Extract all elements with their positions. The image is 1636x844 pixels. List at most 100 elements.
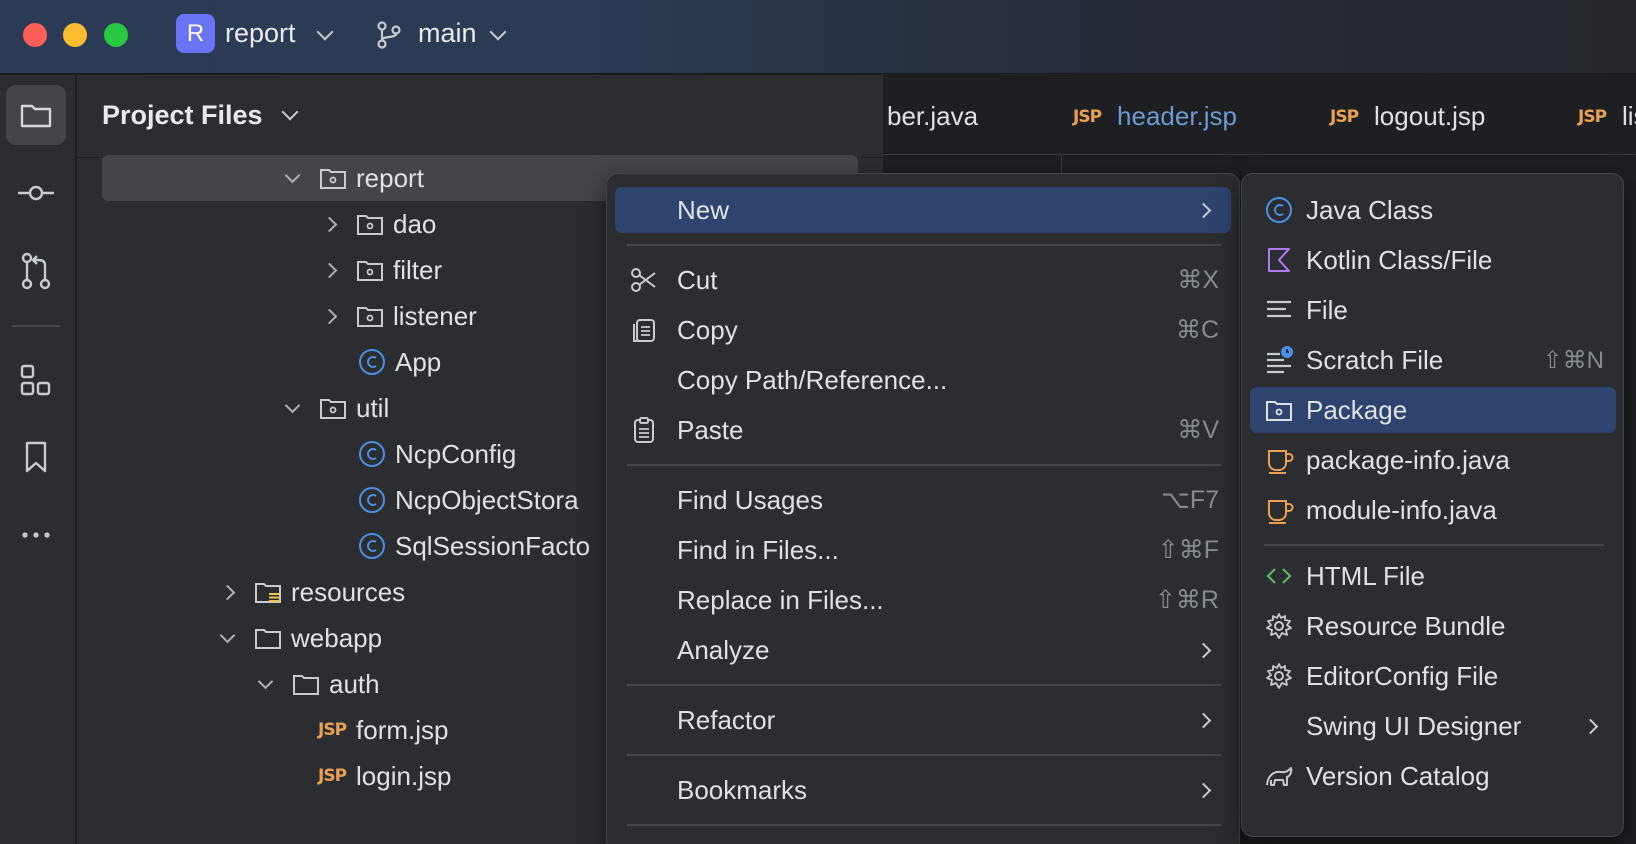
zoom-window-button[interactable] (104, 23, 128, 47)
menu-item-label: Analyze (677, 634, 770, 665)
jsp-file-icon: JSP (1330, 106, 1359, 127)
submenu-item-label: File (1306, 294, 1348, 325)
menu-item-copy[interactable]: Copy ⌘C (615, 307, 1231, 353)
submenu-item-package-info[interactable]: package-info.java (1250, 437, 1616, 483)
project-badge[interactable]: R (176, 14, 215, 53)
menu-item-copy-path[interactable]: Copy Path/Reference... (615, 357, 1231, 403)
java-class-icon (359, 349, 385, 375)
package-icon (320, 169, 346, 189)
tree-item-listener[interactable]: listener (102, 293, 477, 339)
menu-item-label: New (677, 194, 730, 225)
structure-tool-button[interactable] (6, 349, 66, 409)
package-icon (357, 307, 383, 327)
package-icon (1266, 401, 1292, 421)
submenu-item-html-file[interactable]: HTML File (1250, 553, 1616, 599)
bookmarks-tool-button[interactable] (6, 427, 66, 487)
tree-item-sqlsessionfactory[interactable]: SqlSessionFacto (102, 523, 590, 569)
branch-name[interactable]: main (418, 18, 477, 49)
submenu-item-shortcut: ⇧⌘N (1542, 346, 1604, 374)
menu-separator (627, 244, 1221, 246)
menu-item-shortcut: ⇧⌘R (1154, 586, 1219, 614)
submenu-item-package[interactable]: Package (1250, 387, 1616, 433)
chevron-down-icon[interactable] (284, 167, 301, 183)
chevron-right-icon[interactable] (321, 262, 338, 278)
chevron-down-icon[interactable] (284, 397, 301, 413)
menu-item-label: Paste (677, 414, 744, 445)
submenu-item-label: Version Catalog (1306, 760, 1490, 791)
tree-item-label: report (356, 162, 424, 193)
chevron-down-icon[interactable] (257, 673, 274, 689)
tab-member-java[interactable]: ber.java (887, 101, 978, 132)
java-file-icon (1268, 500, 1294, 524)
gear-icon (1266, 663, 1292, 689)
pull-requests-tool-button[interactable] (6, 241, 66, 301)
menu-item-refactor[interactable]: Refactor (615, 697, 1231, 743)
tree-item-login-jsp[interactable]: JSP login.jsp (102, 753, 451, 799)
git-branch-icon[interactable] (374, 20, 404, 50)
submenu-item-scratch-file[interactable]: Scratch File ⇧⌘N (1250, 337, 1616, 383)
tree-item-label: form.jsp (356, 714, 449, 745)
minimize-window-button[interactable] (63, 23, 87, 47)
tree-item-dao[interactable]: dao (102, 201, 436, 247)
project-tool-button[interactable] (6, 85, 66, 145)
tree-item-form-jsp[interactable]: JSP form.jsp (102, 707, 449, 753)
submenu-item-kotlin-class[interactable]: Kotlin Class/File (1250, 237, 1616, 283)
submenu-item-java-class[interactable]: Java Class (1250, 187, 1616, 233)
menu-item-label: Find Usages (677, 484, 823, 515)
menu-item-find-in-files[interactable]: Find in Files... ⇧⌘F (615, 527, 1231, 573)
chevron-right-icon[interactable] (321, 216, 338, 232)
tab-list-jsp[interactable]: JSP lis (1578, 101, 1636, 132)
java-class-icon (359, 441, 385, 467)
branch-chevron-down-icon[interactable] (489, 23, 507, 41)
menu-item-paste[interactable]: Paste ⌘V (615, 407, 1231, 453)
tree-item-label: listener (393, 300, 477, 331)
submenu-item-editorconfig[interactable]: EditorConfig File (1250, 653, 1616, 699)
project-chevron-down-icon[interactable] (316, 23, 334, 41)
commit-tool-button[interactable] (6, 163, 66, 223)
tree-item-filter[interactable]: filter (102, 247, 442, 293)
panel-title-label: Project Files (102, 100, 263, 130)
submenu-item-module-info[interactable]: module-info.java (1250, 487, 1616, 533)
menu-item-replace-in-files[interactable]: Replace in Files... ⇧⌘R (615, 577, 1231, 623)
menu-separator (627, 684, 1221, 686)
menu-item-find-usages[interactable]: Find Usages ⌥F7 (615, 477, 1231, 523)
menu-item-label: Copy Path/Reference... (677, 364, 948, 395)
text-file-icon (1267, 300, 1291, 318)
menu-item-label: Find in Files... (677, 534, 839, 565)
menu-item-new[interactable]: New (615, 187, 1231, 233)
tool-separator (12, 325, 60, 327)
panel-title[interactable]: Project Files (102, 100, 299, 131)
chevron-right-icon (1195, 712, 1212, 728)
tree-item-webapp[interactable]: webapp (102, 615, 382, 661)
tree-item-util[interactable]: util (102, 385, 389, 431)
tree-item-label: login.jsp (356, 760, 452, 791)
menu-item-bookmarks[interactable]: Bookmarks (615, 767, 1231, 813)
close-window-button[interactable] (23, 23, 47, 47)
tree-item-ncpobjectstorage[interactable]: NcpObjectStora (102, 477, 579, 523)
submenu-item-label: Kotlin Class/File (1306, 244, 1493, 275)
project-name[interactable]: report (225, 18, 296, 49)
submenu-item-file[interactable]: File (1250, 287, 1616, 333)
tab-label: ber.java (887, 101, 979, 131)
menu-item-shortcut: ⌘X (1177, 266, 1219, 294)
menu-item-shortcut: ⇧⌘F (1157, 536, 1219, 564)
menu-item-analyze[interactable]: Analyze (615, 627, 1231, 673)
more-tools-button[interactable] (6, 505, 66, 565)
editor-tabs: ber.java JSP header.jsp JSP logout.jsp J… (883, 75, 1636, 155)
submenu-item-version-catalog[interactable]: Version Catalog (1250, 753, 1616, 799)
menu-item-cut[interactable]: Cut ⌘X (615, 257, 1231, 303)
tree-item-auth[interactable]: auth (102, 661, 380, 707)
tab-logout-jsp[interactable]: JSP logout.jsp (1330, 101, 1485, 132)
folder-icon (20, 104, 52, 128)
submenu-item-resource-bundle[interactable]: Resource Bundle (1250, 603, 1616, 649)
tree-item-resources[interactable]: resources (102, 569, 405, 615)
tab-header-jsp[interactable]: JSP header.jsp (1073, 101, 1237, 132)
chevron-down-icon[interactable] (219, 627, 236, 643)
submenu-item-swing-ui-designer[interactable]: Swing UI Designer (1250, 703, 1616, 749)
submenu-item-label: Java Class (1306, 194, 1434, 225)
chevron-right-icon[interactable] (321, 308, 338, 324)
chevron-right-icon[interactable] (219, 584, 236, 600)
tab-label: lis (1622, 101, 1636, 131)
tree-item-app[interactable]: App (102, 339, 441, 385)
tree-item-ncpconfig[interactable]: NcpConfig (102, 431, 516, 477)
